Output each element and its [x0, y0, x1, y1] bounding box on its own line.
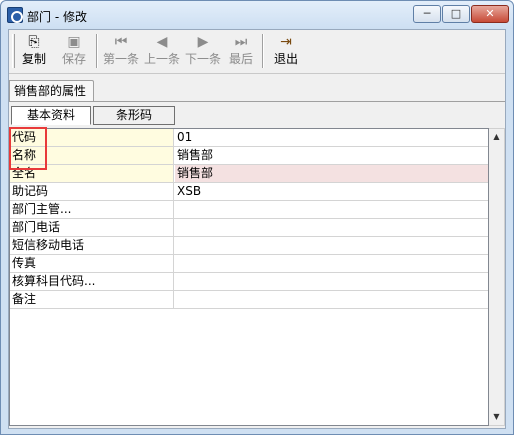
- dialog-client-area: ⎘ 复制 ▣ 保存 ⏮ 第一条 ◀ 上一条 ▶ 下一条 ⏭ 最后 ⇥ 退出 销售…: [8, 29, 506, 429]
- copy-button[interactable]: ⎘ 复制: [19, 32, 49, 70]
- property-label: 全名: [10, 165, 174, 182]
- property-label: 短信移动电话: [10, 237, 174, 254]
- property-grid: 代码 01 名称 销售部 全名 销售部 助记码 XSB 部门主管... 部门电话: [9, 128, 489, 426]
- save-label: 保存: [61, 52, 86, 66]
- property-row[interactable]: 代码 01: [10, 129, 488, 147]
- scroll-down-arrow-icon[interactable]: ▼: [489, 409, 504, 425]
- last-record-label: 最后: [228, 52, 253, 66]
- close-icon: ✕: [485, 7, 495, 20]
- property-row[interactable]: 短信移动电话: [10, 237, 488, 255]
- toolbar: ⎘ 复制 ▣ 保存 ⏮ 第一条 ◀ 上一条 ▶ 下一条 ⏭ 最后 ⇥ 退出: [9, 30, 505, 74]
- previous-record-label: 上一条: [143, 52, 180, 66]
- property-label: 核算科目代码...: [10, 273, 174, 290]
- property-label: 代码: [10, 129, 174, 146]
- dialog-window: 部门 - 修改 ─ □ ✕ ⎘ 复制 ▣ 保存 ⏮ 第一条 ◀ 上一条 ▶ 下一…: [0, 0, 514, 435]
- save-icon: ▣: [67, 34, 81, 50]
- tab-barcode[interactable]: 条形码: [93, 106, 175, 125]
- maximize-icon: □: [450, 7, 462, 20]
- property-label: 部门电话: [10, 219, 174, 236]
- minimize-icon: ─: [423, 7, 431, 20]
- property-value[interactable]: [175, 237, 488, 254]
- exit-label: 退出: [273, 52, 298, 66]
- property-value[interactable]: 销售部: [175, 165, 488, 182]
- window-title: 部门 - 修改: [27, 10, 87, 24]
- property-row[interactable]: 全名 销售部: [10, 165, 488, 183]
- close-button[interactable]: ✕: [471, 5, 509, 23]
- property-label: 部门主管...: [10, 201, 174, 218]
- maximize-button[interactable]: □: [442, 5, 470, 23]
- previous-record-button[interactable]: ◀ 上一条: [142, 32, 182, 70]
- toolbar-separator: [96, 34, 98, 68]
- first-record-icon: ⏮: [114, 34, 128, 50]
- first-record-button[interactable]: ⏮ 第一条: [101, 32, 141, 70]
- property-row[interactable]: 助记码 XSB: [10, 183, 488, 201]
- last-record-icon: ⏭: [234, 34, 248, 50]
- tab-basic-info[interactable]: 基本资料: [11, 106, 91, 125]
- property-row[interactable]: 名称 销售部: [10, 147, 488, 165]
- property-label: 助记码: [10, 183, 174, 200]
- copy-label: 复制: [21, 52, 46, 66]
- property-row[interactable]: 部门电话: [10, 219, 488, 237]
- copy-icon: ⎘: [28, 34, 40, 50]
- property-value[interactable]: XSB: [175, 183, 488, 200]
- toolbar-grip[interactable]: [12, 34, 15, 68]
- property-value[interactable]: [175, 291, 488, 308]
- next-record-label: 下一条: [184, 52, 221, 66]
- app-icon[interactable]: [7, 7, 23, 23]
- property-row[interactable]: 备注: [10, 291, 488, 309]
- next-record-icon: ▶: [197, 34, 209, 50]
- property-value[interactable]: 01: [175, 129, 488, 146]
- previous-record-icon: ◀: [156, 34, 168, 50]
- property-row[interactable]: 传真: [10, 255, 488, 273]
- next-record-button[interactable]: ▶ 下一条: [183, 32, 223, 70]
- property-row[interactable]: 部门主管...: [10, 201, 488, 219]
- property-label: 传真: [10, 255, 174, 272]
- property-value[interactable]: 销售部: [175, 147, 488, 164]
- title-bar[interactable]: 部门 - 修改 ─ □ ✕: [1, 1, 513, 29]
- exit-button[interactable]: ⇥ 退出: [271, 32, 301, 70]
- scroll-up-arrow-icon[interactable]: ▲: [489, 129, 504, 145]
- property-value[interactable]: [175, 255, 488, 272]
- last-record-button[interactable]: ⏭ 最后: [225, 32, 257, 70]
- exit-door-icon: ⇥: [280, 34, 292, 50]
- minimize-button[interactable]: ─: [413, 5, 441, 23]
- property-label: 名称: [10, 147, 174, 164]
- tab-department-properties[interactable]: 销售部的属性: [9, 80, 94, 102]
- save-button[interactable]: ▣ 保存: [59, 32, 89, 70]
- property-value[interactable]: [175, 273, 488, 290]
- property-row[interactable]: 核算科目代码...: [10, 273, 488, 291]
- property-label: 备注: [10, 291, 174, 308]
- vertical-scrollbar[interactable]: ▲ ▼: [489, 128, 505, 426]
- first-record-label: 第一条: [102, 52, 139, 66]
- property-value[interactable]: [175, 201, 488, 218]
- tab-divider: [9, 101, 505, 102]
- toolbar-separator: [262, 34, 264, 68]
- property-value[interactable]: [175, 219, 488, 236]
